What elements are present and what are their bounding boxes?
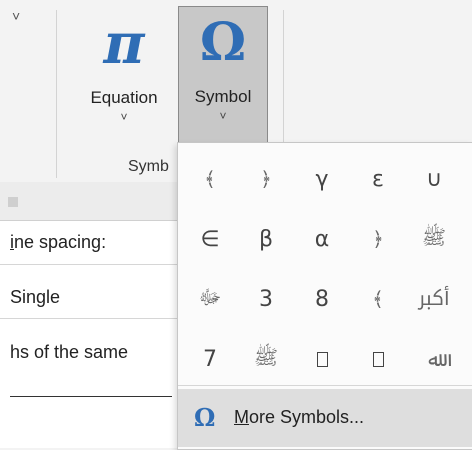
ribbon-divider — [56, 10, 57, 178]
symbol-dropdown: ﴾ ﴿ γ ε ∪ ∈ β α ﴿ ﷺ ﷻ 3 8 ﴾ ﷳ 7 ﷺ ﷲ Ω More Symbols... — [177, 142, 472, 450]
missing-glyph-icon — [372, 351, 384, 367]
line-spacing-value[interactable]: Single — [10, 287, 60, 308]
symbol-cell[interactable]: ﷺ — [238, 331, 294, 387]
symbol-cell[interactable]: ∪ — [406, 151, 462, 207]
more-symbols-button[interactable]: Ω More Symbols... — [178, 389, 472, 447]
equation-button[interactable]: π Equation ˅ — [72, 8, 176, 148]
divider — [178, 385, 472, 386]
symbol-cell[interactable]: 3 — [238, 271, 294, 327]
symbol-cell[interactable]: γ — [294, 151, 350, 207]
symbol-cell[interactable]: ﷻ — [182, 271, 238, 327]
missing-glyph-icon — [316, 351, 328, 367]
symbol-button[interactable]: Ω Symbol ˅ — [178, 6, 268, 146]
symbol-cell[interactable]: 8 — [294, 271, 350, 327]
equation-label: Equation — [90, 88, 158, 107]
symbol-cell[interactable]: ﷺ — [406, 211, 462, 267]
symbol-cell[interactable]: ε — [350, 151, 406, 207]
symbol-cell[interactable]: ﴾ — [182, 151, 238, 207]
chevron-down-icon: ˅ — [120, 110, 128, 124]
symbol-cell[interactable]: β — [238, 211, 294, 267]
symbol-cell[interactable]: ∈ — [182, 211, 238, 267]
ruler-marker — [8, 197, 18, 207]
group-label-symbols: Symb — [128, 158, 169, 175]
symbol-cell[interactable]: ﴿ — [350, 211, 406, 267]
underline-rule — [10, 396, 172, 397]
omega-icon: Ω — [194, 403, 216, 432]
chevron-down-icon: ˅ — [219, 109, 227, 123]
divider — [0, 318, 178, 319]
symbol-cell[interactable]: ﷳ — [406, 271, 462, 327]
same-paragraph-text[interactable]: hs of the same — [10, 342, 128, 363]
symbol-cell[interactable] — [350, 331, 406, 387]
symbol-cell[interactable]: ﷲ — [406, 331, 462, 387]
ruler-strip — [0, 182, 180, 221]
omega-icon: Ω — [199, 12, 247, 73]
chevron-down-icon[interactable]: ˅ — [12, 8, 20, 24]
symbol-cell[interactable]: α — [294, 211, 350, 267]
symbol-cell[interactable]: ﴾ — [350, 271, 406, 327]
divider — [0, 264, 178, 265]
symbol-cell[interactable]: ﴿ — [238, 151, 294, 207]
symbol-label: Symbol — [194, 87, 252, 106]
symbol-cell[interactable] — [294, 331, 350, 387]
pi-icon: π — [103, 11, 145, 77]
line-spacing-label: ine spacing: — [10, 232, 107, 252]
symbol-cell[interactable]: 7 — [182, 331, 238, 387]
more-symbols-label: More Symbols... — [234, 407, 365, 427]
